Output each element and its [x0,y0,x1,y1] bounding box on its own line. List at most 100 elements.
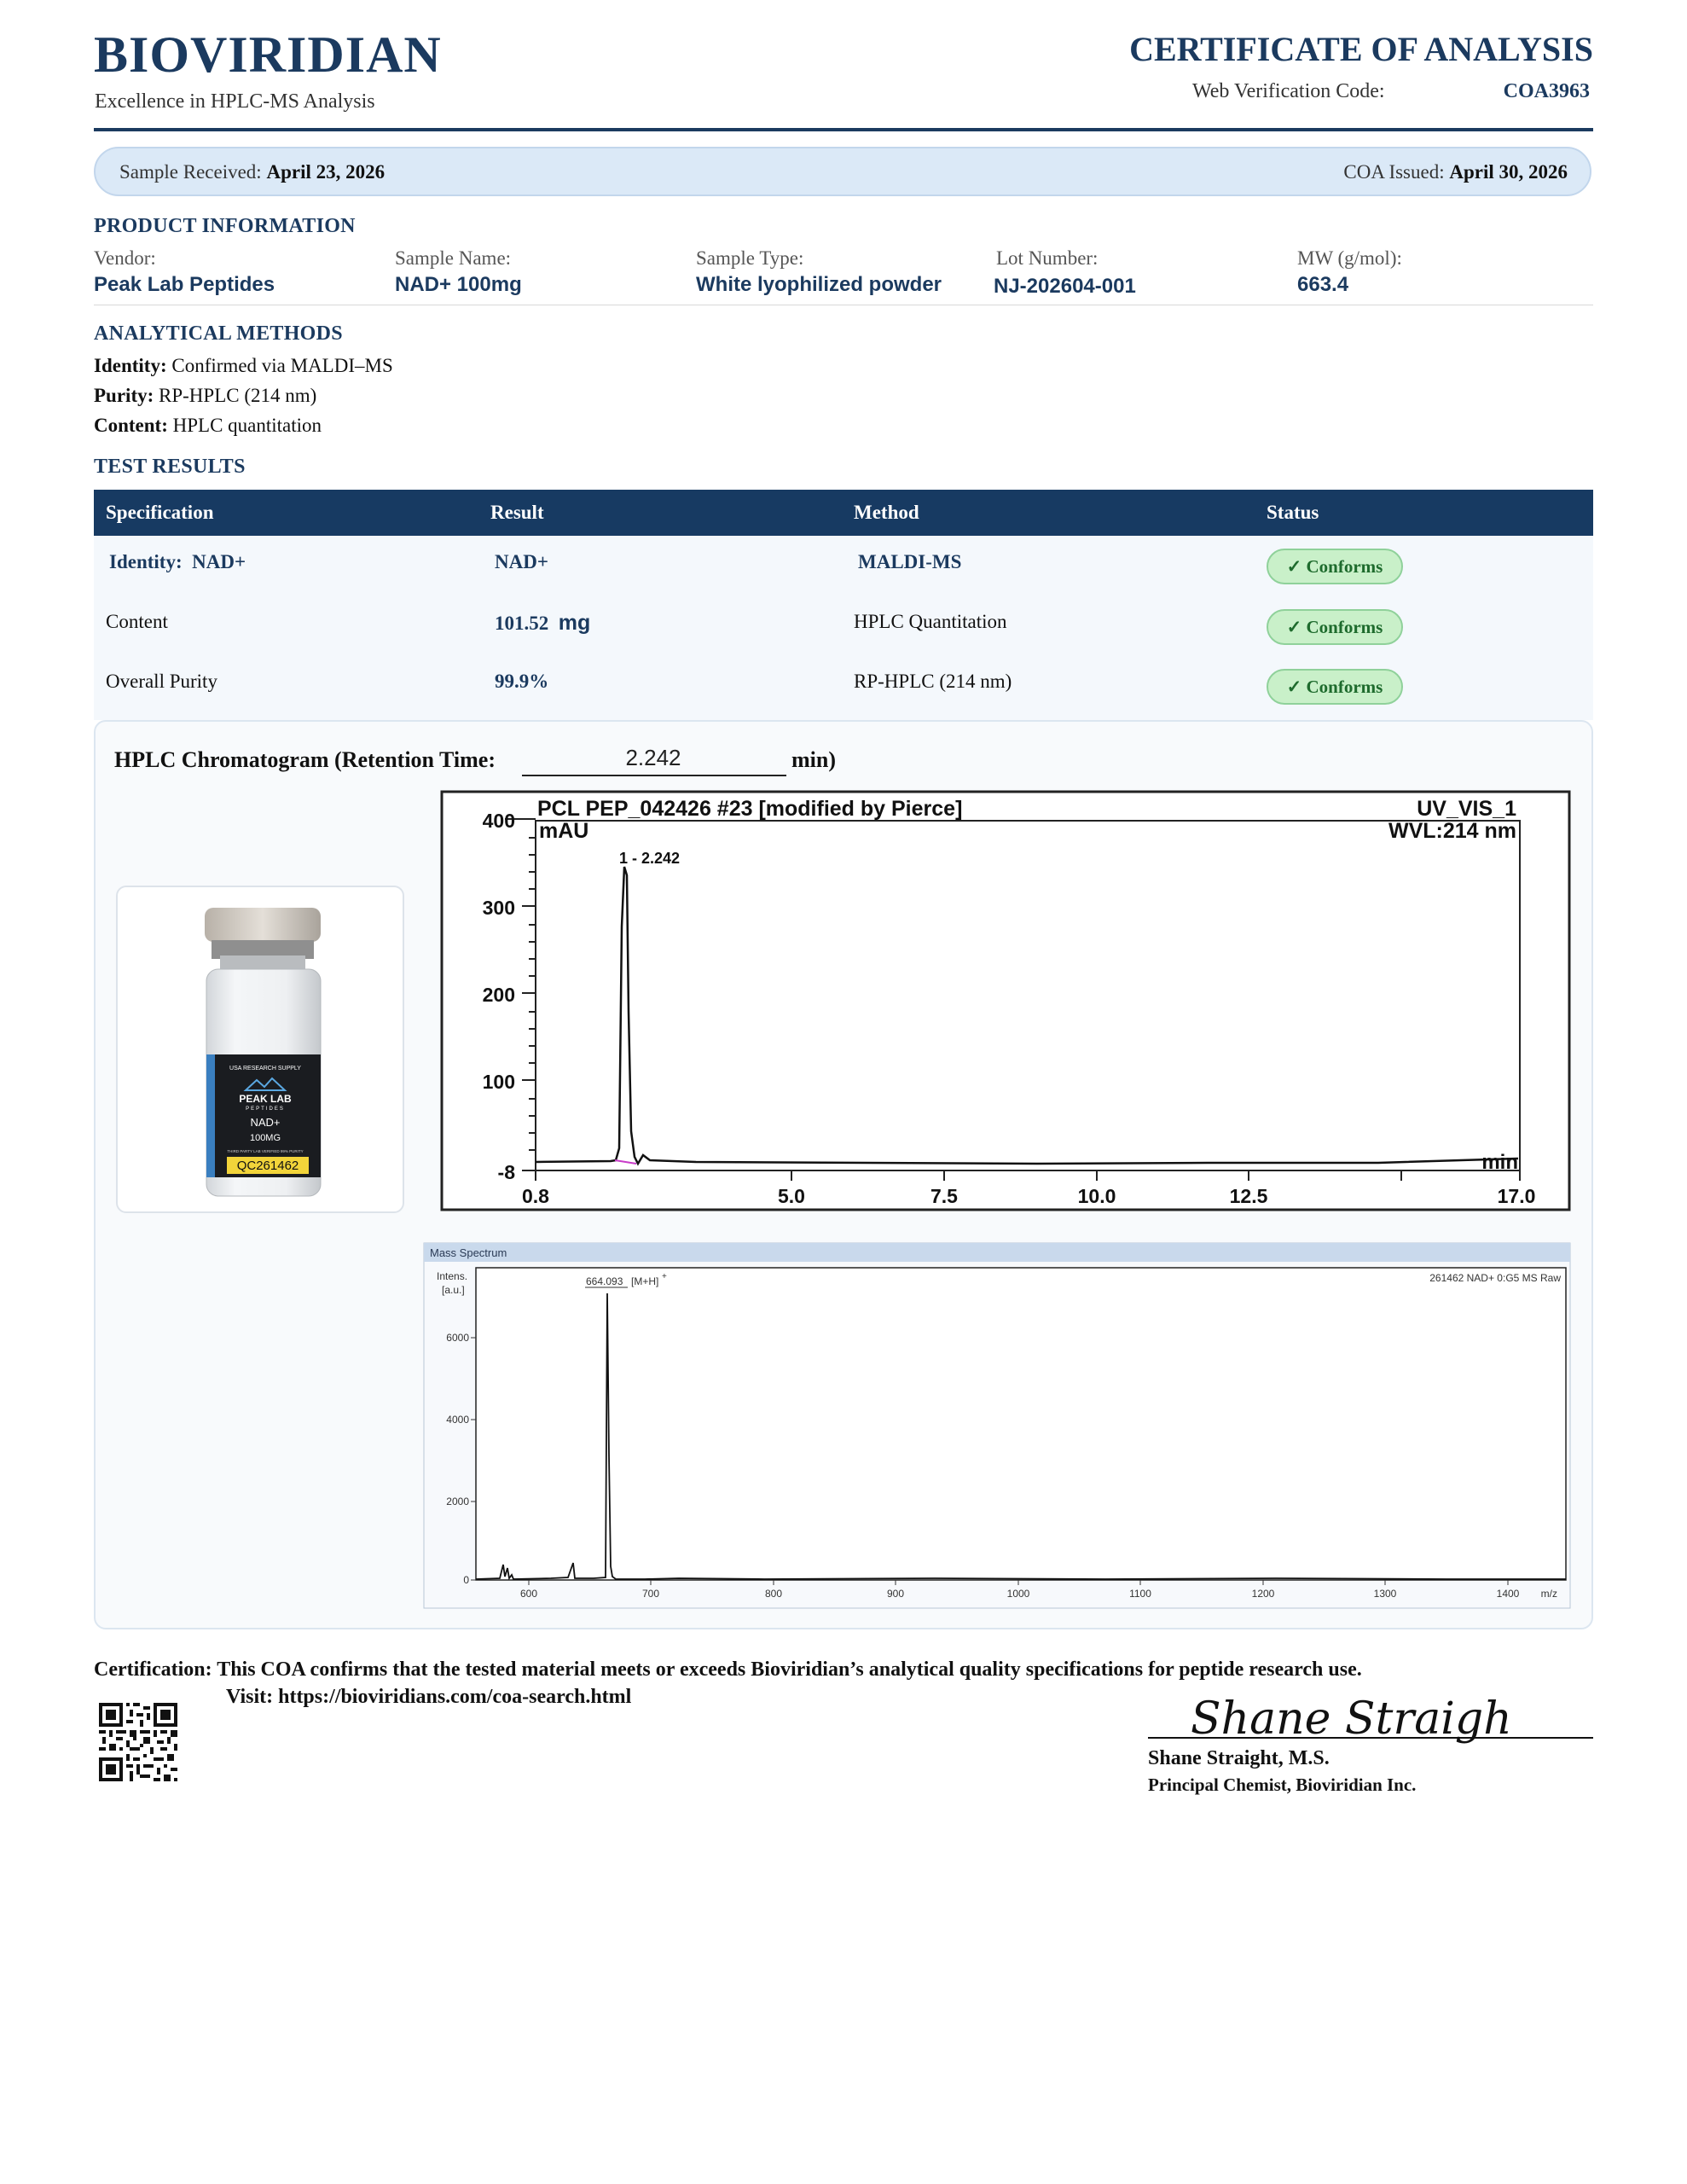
table-row-identity-spec: Identity: NAD+ [109,551,246,573]
hplc-peak-label: 1 - 2.242 [619,850,680,867]
identity-spec-label: Identity: [109,551,183,572]
method-purity: Purity: RP-HPLC (214 nm) [94,385,316,407]
method-content-value: HPLC quantitation [172,415,322,436]
retention-time-underline [522,775,786,776]
retention-time-value: 2.242 [625,745,681,770]
vial-cap [205,908,321,942]
mw-label: MW (g/mol): [1297,247,1402,269]
coa-issued-label: COA Issued: [1343,161,1445,183]
content-spec: Content [106,611,168,632]
hplc-header-right: UV_VIS_1 [1417,797,1516,821]
ms-y-label-6000: 6000 [446,1332,469,1344]
hplc-y-label-200: 200 [483,984,515,1006]
content-method: HPLC Quantitation [854,611,1007,632]
lot-number-value: NJ-202604-001 [994,275,1136,298]
header-divider [94,128,1593,131]
lot-number-label: Lot Number: [996,247,1099,269]
purity-method: RP-HPLC (214 nm) [854,671,1012,692]
hplc-y-unit: mAU [539,819,588,843]
certification-statement: Certification: This COA confirms that th… [94,1658,1362,1682]
sample-received-value: April 23, 2026 [266,161,386,183]
sample-type-value: White lyophilized powder [696,273,942,296]
signer-name: Shane Straight, M.S. [1148,1747,1330,1769]
company-tagline: Excellence in HPLC-MS Analysis [95,90,375,113]
hplc-y-label-min: -8 [498,1161,516,1183]
vendor-label: Vendor: [94,247,156,269]
identity-result: NAD+ [495,551,548,572]
coa-issued-value: April 30, 2026 [1449,161,1568,183]
ms-peak-label: 664.093 [586,1275,623,1287]
content-status-badge: ✓ Conforms [1267,609,1403,645]
ms-y-label-4000: 4000 [446,1414,469,1426]
hplc-x-label-5-0: 5.0 [778,1185,805,1207]
ms-window-title: Mass Spectrum [430,1246,507,1259]
sample-received-label: Sample Received: [119,161,262,183]
vial-dose-text: 100MG [250,1133,281,1143]
mw-value: 663.4 [1297,273,1349,296]
vial-label-stripe [206,1054,215,1177]
verification-code-label: Web Verification Code: [1192,80,1385,102]
ms-window-titlebar [424,1243,1570,1262]
vial-brand-sub-text: PEPTIDES [246,1107,285,1112]
ms-peak-charge: + [662,1272,667,1281]
vendor-value: Peak Lab Peptides [94,273,275,296]
ms-y-label-2: [a.u.] [442,1284,465,1296]
ms-x-label-1100: 1100 [1129,1588,1151,1600]
signer-title: Principal Chemist, Bioviridian Inc. [1148,1774,1417,1795]
certification-label: Certification: [94,1658,212,1681]
vial-image: USA RESEARCH SUPPLY PEAK LAB PEPTIDES NA… [205,908,322,1197]
ms-x-label-1200: 1200 [1252,1588,1275,1600]
col-result: Result [490,502,544,523]
coa-issued: COA Issued: April 30, 2026 [1343,161,1568,183]
hplc-y-label-400: 400 [483,810,515,832]
purity-spec: Overall Purity [106,671,217,692]
method-purity-value: RP-HPLC (214 nm) [159,385,317,406]
vial-code-text: QC261462 [237,1159,299,1173]
methods-heading: ANALYTICAL METHODS [94,322,343,345]
hplc-y-label-300: 300 [483,897,515,919]
signature-line [1148,1737,1593,1739]
hplc-x-label-17-0: 17.0 [1498,1185,1536,1207]
hplc-wavelength: WVL:214 nm [1388,819,1516,843]
content-result-value: 101.52 [495,613,549,634]
verification-code: COA3963 [1503,80,1590,102]
ms-peak-ion: [M+H] [631,1275,658,1287]
col-status: Status [1267,502,1319,523]
vial-product-text: NAD+ [250,1116,280,1129]
method-purity-label: Purity: [94,385,154,406]
purity-status-badge: ✓ Conforms [1267,669,1403,705]
signature-image: Shane Straight [1191,1693,1510,1745]
qr-code-icon[interactable] [99,1703,177,1781]
sample-received: Sample Received: April 23, 2026 [119,161,385,183]
sample-type-label: Sample Type: [696,247,804,269]
ms-x-unit: m/z [1541,1588,1557,1600]
col-specification: Specification [106,502,214,523]
hplc-x-label-0-8: 0.8 [522,1185,549,1207]
hplc-x-label-10-0: 10.0 [1078,1185,1116,1207]
ms-x-label-900: 900 [887,1588,904,1600]
hplc-x-label-7-5: 7.5 [930,1185,958,1207]
hplc-x-label-12-5: 12.5 [1230,1185,1268,1207]
document-title: CERTIFICATE OF ANALYSIS [1129,30,1593,68]
vial-neck [220,956,305,971]
purity-result: 99.9% [495,671,549,692]
vial-label-top-text: USA RESEARCH SUPPLY [229,1066,301,1072]
verification-url[interactable]: Visit: https://bioviridians.com/coa-sear… [226,1686,631,1709]
identity-method: MALDI-MS [858,551,962,572]
ms-x-label-800: 800 [765,1588,782,1600]
retention-time-unit: min) [791,747,836,772]
hplc-header-left: PCL PEP_042426 #23 [modified by Pierce] [537,797,962,821]
method-identity: Identity: Confirmed via MALDI–MS [94,355,393,377]
ms-y-label-0: 0 [463,1574,469,1586]
method-identity-value: Confirmed via MALDI–MS [171,355,393,376]
product-info-heading: PRODUCT INFORMATION [94,215,356,237]
vial-fine-print: THIRD PARTY LAB VERIFIED 99% PURITY [227,1149,303,1153]
identity-status-badge: ✓ Conforms [1267,549,1403,584]
hplc-x-unit: min [1481,1151,1518,1174]
ms-y-label-1: Intens. [437,1270,467,1282]
chromatogram-title: HPLC Chromatogram (Retention Time: [114,747,496,772]
mass-spectrum-window: Mass Spectrum Intens. [a.u.] 261462 NAD+… [423,1242,1571,1609]
results-heading: TEST RESULTS [94,456,246,478]
identity-spec-value: NAD+ [192,551,246,572]
company-logo-text: BIOVIRIDIAN [94,26,442,83]
